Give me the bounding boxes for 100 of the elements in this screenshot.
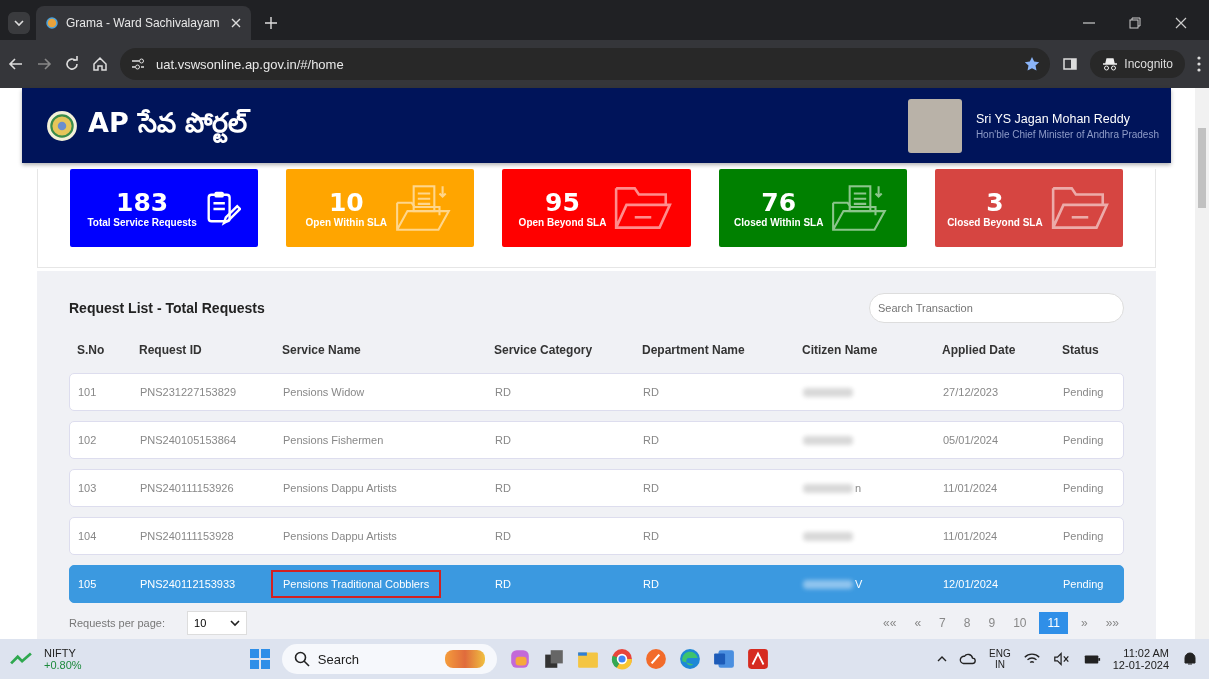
- table-cell-text: Pending: [1063, 578, 1105, 590]
- home-icon[interactable]: [92, 56, 108, 72]
- table-cell: Pensions Widow: [283, 386, 365, 398]
- stat-label: Closed Beyond SLA: [947, 216, 1043, 228]
- table-row[interactable]: 101 PNS231227153829 Pensions Widow RD RD 27/12/2023 Pending: [69, 373, 1124, 411]
- stock-chart-icon: [10, 652, 32, 666]
- table-cell-text: 05/01/2024: [943, 434, 1000, 446]
- stat-card[interactable]: 76 Closed Within SLA: [718, 169, 907, 247]
- per-page-dropdown[interactable]: 10: [187, 611, 247, 635]
- table-cell-text: 103: [78, 482, 98, 494]
- table-row[interactable]: 105 PNS240112153933 Pensions Traditional Cobblers RD RD V 12/01/2024 Pending: [69, 565, 1124, 603]
- chevron-down-icon: [230, 618, 240, 628]
- close-icon[interactable]: [1175, 17, 1187, 29]
- new-tab-icon[interactable]: [265, 17, 277, 29]
- reload-icon[interactable]: [64, 56, 80, 72]
- page-link[interactable]: 10: [1008, 613, 1032, 633]
- forward-arrow-icon[interactable]: [36, 56, 52, 72]
- speaker-muted-icon[interactable]: [1052, 651, 1071, 667]
- pencil-app-icon[interactable]: [644, 648, 667, 670]
- stat-card[interactable]: 3 Closed Beyond SLA: [934, 169, 1123, 247]
- column-header: Applied Date: [942, 343, 1017, 357]
- address-bar[interactable]: uat.vswsonline.ap.gov.in/#/home: [120, 48, 1051, 80]
- redacted-name: [803, 435, 853, 445]
- stat-card[interactable]: 10 Open Within SLA: [286, 169, 475, 247]
- edge-icon[interactable]: [678, 648, 701, 670]
- stat-card[interactable]: 95 Open Beyond SLA: [502, 169, 691, 247]
- incognito-icon: [1102, 56, 1119, 72]
- page-link[interactable]: «: [909, 613, 927, 633]
- table-cell-text: RD: [643, 578, 660, 590]
- table-cell-text: PNS240112153933: [140, 578, 237, 590]
- windows-logo-icon[interactable]: [249, 649, 270, 669]
- redacted-name: [803, 483, 853, 493]
- table-cell-text: PNS231227153829: [140, 386, 238, 398]
- restore-icon[interactable]: [1129, 17, 1141, 29]
- per-page-label: Requests per page:: [69, 617, 165, 629]
- table-cell-text: PNS240111153926: [140, 482, 235, 494]
- clock[interactable]: 11:02 AM 12-01-2024: [1112, 647, 1169, 671]
- chrome-icon[interactable]: [610, 648, 633, 670]
- menu-icon[interactable]: [1197, 56, 1201, 72]
- time-text: 11:02 AM: [1123, 647, 1169, 659]
- stat-label: Open Beyond SLA: [518, 216, 607, 228]
- stat-value: 183: [116, 188, 169, 217]
- chevron-up-icon[interactable]: [937, 654, 948, 664]
- table-cell: Pensions Dappu Artists: [283, 482, 397, 494]
- table-cell-text: RD: [495, 482, 512, 494]
- redacted-name: [803, 579, 853, 589]
- tab-title: Grama - Ward Sachivalayam: [66, 16, 221, 30]
- page-link[interactable]: »»: [1100, 613, 1124, 633]
- emblem-icon: [46, 109, 78, 142]
- url-text: uat.vswsonline.ap.gov.in/#/home: [156, 56, 344, 72]
- table-cell: Pensions Fishermen: [283, 434, 384, 446]
- search-field[interactable]: Search Transaction: [869, 293, 1124, 323]
- photo-placeholder: [907, 98, 962, 153]
- stat-value: 10: [328, 188, 364, 217]
- table-cell-text: 12/01/2024: [943, 578, 1000, 590]
- page-link[interactable]: »: [1075, 613, 1093, 633]
- incognito-button[interactable]: Incognito: [1090, 50, 1185, 78]
- table-row[interactable]: 102 PNS240105153864 Pensions Fishermen RD RD 05/01/2024 Pending: [69, 421, 1124, 459]
- page-link[interactable]: ««: [878, 613, 902, 633]
- person-title: Hon'ble Chief Minister of Andhra Pradesh: [975, 128, 1159, 140]
- table-cell-text: Pending: [1063, 386, 1105, 398]
- side-panel-icon[interactable]: [1062, 56, 1079, 72]
- page-link[interactable]: 9: [983, 613, 1001, 633]
- scrollbar-thumb[interactable]: [1198, 128, 1206, 208]
- table-cell: Pensions Traditional Cobblers: [271, 570, 442, 598]
- table-row[interactable]: 103 PNS240111153926 Pensions Dappu Artists RD RD n 11/01/2024 Pending: [69, 469, 1124, 507]
- word-icon[interactable]: [712, 648, 735, 670]
- table-cell-text: 104: [78, 530, 98, 542]
- back-arrow-icon[interactable]: [8, 56, 24, 72]
- section-title: Request List - Total Requests: [69, 300, 265, 316]
- page-link[interactable]: 11: [1039, 612, 1068, 634]
- page-link[interactable]: 8: [958, 613, 976, 633]
- search-icon: [293, 651, 310, 667]
- language-indicator[interactable]: ENG IN: [989, 648, 1011, 670]
- table-cell-text: Pending: [1063, 530, 1105, 542]
- ticker-name: NIFTY: [44, 647, 77, 659]
- table-row[interactable]: 104 PNS240111153928 Pensions Dappu Artists RD RD 11/01/2024 Pending: [69, 517, 1124, 555]
- taskbar-search[interactable]: Search: [281, 644, 497, 674]
- bookmark-star-icon[interactable]: [1024, 56, 1041, 72]
- table-cell-text: PNS240105153864: [140, 434, 238, 446]
- globe-icon: [46, 17, 58, 29]
- stat-label: Total Service Requests: [87, 216, 197, 228]
- stat-value: 95: [545, 188, 580, 217]
- stat-card[interactable]: 183 Total Service Requests: [70, 169, 259, 247]
- table-cell: n: [855, 482, 862, 494]
- table-cell-text: 11/01/2024: [943, 530, 999, 542]
- table-cell-text: 101: [78, 386, 98, 398]
- page-link[interactable]: 7: [934, 613, 951, 633]
- table-cell-text: RD: [643, 386, 660, 398]
- notification-bell-icon[interactable]: [1181, 651, 1199, 667]
- site-settings-icon[interactable]: [130, 56, 146, 72]
- browser-tab[interactable]: Grama - Ward Sachivalayam: [36, 6, 251, 40]
- column-header: Department Name: [642, 343, 746, 357]
- scrollbar[interactable]: [1195, 88, 1209, 639]
- table-cell-text: RD: [495, 386, 512, 398]
- task-view-icon[interactable]: [542, 648, 565, 670]
- pdf-reader-icon[interactable]: [746, 648, 769, 670]
- close-tab-icon[interactable]: [231, 18, 241, 28]
- stat-value: 3: [986, 188, 1004, 217]
- cloud-icon[interactable]: [959, 651, 978, 667]
